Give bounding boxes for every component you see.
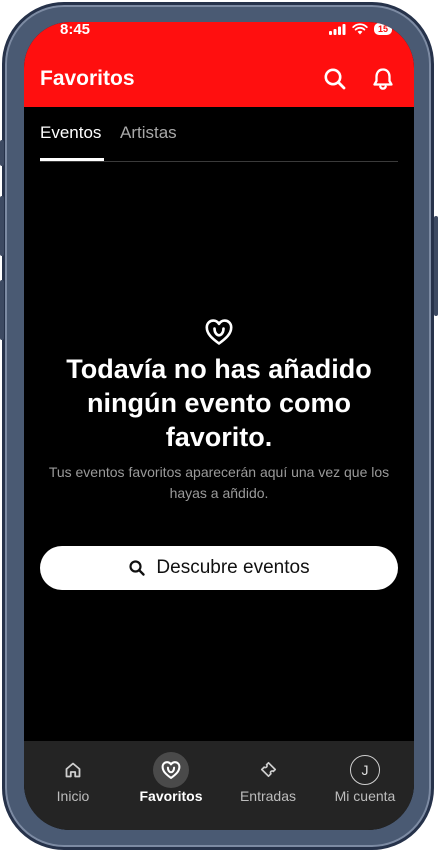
home-icon [65, 762, 81, 778]
signal-icon [328, 23, 346, 35]
page-title: Favoritos [40, 67, 135, 90]
nav-icon-container [55, 752, 91, 788]
avatar-icon: J [350, 755, 380, 785]
ticket-icon [260, 761, 277, 778]
bottom-navigation: Inicio Favoritos Entradas J Mi cuenta [24, 741, 414, 830]
discover-events-button[interactable]: Descubre eventos [40, 546, 398, 590]
screen: 8:45 15 Favoritos Eventos Artistas Todav… [24, 22, 414, 830]
nav-item-mi-cuenta[interactable]: J Mi cuenta [316, 741, 414, 830]
nav-item-inicio[interactable]: Inicio [24, 741, 122, 830]
status-icons: 15 [328, 23, 392, 35]
empty-state-title: Todavía no has añadido ningún evento com… [66, 354, 372, 452]
heart-icon [161, 761, 181, 779]
app-header: 8:45 15 Favoritos [24, 22, 414, 107]
nav-item-favoritos[interactable]: Favoritos [122, 741, 220, 830]
nav-icon-container [250, 752, 286, 788]
discover-events-label: Descubre eventos [156, 557, 310, 578]
favorites-tabs: Eventos Artistas [24, 107, 414, 162]
battery-indicator: 15 [373, 23, 392, 35]
empty-state-description: Tus eventos favoritos aparecerán aquí un… [48, 464, 390, 501]
nav-item-entradas[interactable]: Entradas [219, 741, 317, 830]
nav-label-mi-cuenta: Mi cuenta [334, 788, 396, 804]
nav-icon-container [153, 752, 189, 788]
status-time: 8:45 [60, 22, 91, 38]
tab-eventos[interactable]: Eventos [40, 123, 101, 143]
tab-artistas[interactable]: Artistas [120, 123, 177, 143]
action-button [0, 140, 4, 166]
volume-up-button [0, 196, 4, 256]
nav-label-favoritos: Favoritos [139, 788, 203, 804]
search-icon [129, 560, 146, 576]
nav-label-entradas: Entradas [239, 788, 297, 804]
bell-icon[interactable] [370, 66, 396, 92]
nav-label-inicio: Inicio [56, 788, 90, 804]
nav-icon-container: J [347, 752, 383, 788]
search-icon[interactable] [322, 66, 348, 92]
volume-down-button [0, 280, 4, 340]
wifi-icon [352, 23, 368, 35]
heart-icon [205, 319, 233, 345]
tabs-divider [40, 161, 398, 162]
power-button [434, 216, 438, 316]
